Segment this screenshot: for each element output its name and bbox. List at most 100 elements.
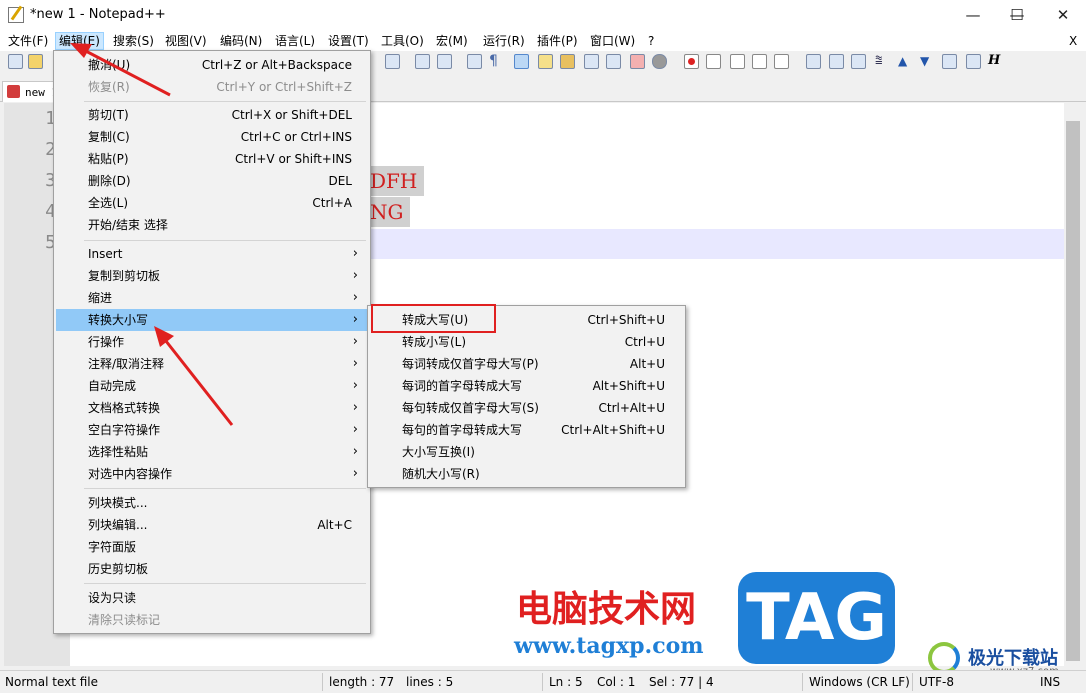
open-file-icon[interactable] <box>28 54 43 69</box>
menu-item-paste[interactable]: 粘贴(P) Ctrl+V or Shift+INS <box>56 148 368 170</box>
code-line-3[interactable]: DFH <box>370 166 424 196</box>
menu-item-sentence-case-blend[interactable]: 每句的首字母转成大写 Ctrl+Alt+Shift+U <box>370 419 683 441</box>
menu-item-column-mode[interactable]: 列块模式... <box>56 492 368 514</box>
menu-item-paste-special[interactable]: 选择性粘贴 › <box>56 441 368 463</box>
function-list-icon[interactable] <box>606 54 621 69</box>
record-macro-icon[interactable] <box>684 54 699 69</box>
menu-item-undo[interactable]: 撤消(U) Ctrl+Z or Alt+Backspace <box>56 54 368 76</box>
arrow-up-icon[interactable]: ▲ <box>898 54 913 69</box>
menu-item-copy-to-clipboard[interactable]: 复制到剪切板 › <box>56 265 368 287</box>
menu-item-delete[interactable]: 删除(D) DEL <box>56 170 368 192</box>
arrow-down-icon[interactable]: ▼ <box>920 54 935 69</box>
menu-separator <box>84 583 366 584</box>
menu-encoding[interactable]: 编码(N) <box>217 32 265 50</box>
hide-lines-icon[interactable]: H <box>988 54 1003 69</box>
monitoring-icon[interactable] <box>652 54 667 69</box>
menu-language[interactable]: 语言(L) <box>272 32 318 50</box>
menu-window[interactable]: 窗口(W) <box>587 32 638 50</box>
code-line-4[interactable]: NG <box>370 197 410 227</box>
fold-all-icon[interactable] <box>942 54 957 69</box>
menu-item-label: 列块编辑... <box>88 518 148 532</box>
menu-item-proper-case-blend[interactable]: 每词的首字母转成大写 Alt+Shift+U <box>370 375 683 397</box>
split-view-icon[interactable] <box>851 54 866 69</box>
document-map-icon[interactable] <box>560 54 575 69</box>
menu-item-label: 每句的首字母转成大写 <box>402 423 523 437</box>
status-bar: Normal text file length : 77 lines : 5 L… <box>0 670 1086 693</box>
menu-item-invert-case[interactable]: 大小写互换(I) <box>370 441 683 463</box>
submenu-arrow-icon: › <box>352 268 358 283</box>
vertical-scrollbar[interactable] <box>1064 103 1082 666</box>
menu-search[interactable]: 搜索(S) <box>110 32 157 50</box>
stop-macro-icon[interactable] <box>706 54 721 69</box>
bookmark-icon[interactable] <box>806 54 821 69</box>
menu-item-cut[interactable]: 剪切(T) Ctrl+X or Shift+DEL <box>56 104 368 126</box>
unfold-all-icon[interactable] <box>966 54 981 69</box>
close-window-button[interactable]: ✕ <box>1040 0 1086 30</box>
menu-item-insert[interactable]: Insert › <box>56 243 368 265</box>
menu-item-label: 字符面版 <box>88 540 137 554</box>
menu-help[interactable]: ? <box>645 32 657 50</box>
menu-item-select-all[interactable]: 全选(L) Ctrl+A <box>56 192 368 214</box>
menu-item-indent[interactable]: 缩进 › <box>56 287 368 309</box>
notepad-plus-plus-window: *new 1 - Notepad++ — — ☐ ✕ 文件(F) 编辑(E) 搜… <box>0 0 1086 693</box>
menu-item-clear-read-only[interactable]: 清除只读标记 <box>56 609 368 631</box>
menu-view[interactable]: 视图(V) <box>162 32 210 50</box>
run-macro-multiple-icon[interactable] <box>752 54 767 69</box>
menu-item-clipboard-history[interactable]: 历史剪切板 <box>56 558 368 580</box>
scrollbar-thumb[interactable] <box>1066 121 1080 661</box>
menu-item-proper-case-force[interactable]: 每词转成仅首字母大写(P) Alt+U <box>370 353 683 375</box>
sync-horizontal-icon[interactable] <box>437 54 452 69</box>
menu-item-shortcut: Ctrl+U <box>624 335 665 349</box>
word-wrap-icon[interactable] <box>467 54 482 69</box>
status-insert-mode: INS <box>1040 675 1061 689</box>
menu-item-auto-completion[interactable]: 自动完成 › <box>56 375 368 397</box>
menu-item-character-panel[interactable]: 字符面版 <box>56 536 368 558</box>
menu-item-label: Insert <box>88 247 123 261</box>
menu-item-label: 开始/结束 选择 <box>88 218 168 232</box>
new-file-icon[interactable] <box>8 54 23 69</box>
notepad-app-icon <box>8 7 24 23</box>
submenu-arrow-icon: › <box>352 422 358 437</box>
menu-item-label: 转换大小写 <box>88 313 149 327</box>
menu-item-column-editor[interactable]: 列块编辑... Alt+C <box>56 514 368 536</box>
maximize-button[interactable]: ☐ <box>994 0 1040 30</box>
folder-workspace-icon[interactable] <box>630 54 645 69</box>
menu-item-copy[interactable]: 复制(C) Ctrl+C or Ctrl+INS <box>56 126 368 148</box>
menu-item-on-selection[interactable]: 对选中内容操作 › <box>56 463 368 485</box>
document-list-icon[interactable] <box>584 54 599 69</box>
center-icon[interactable]: ⩰ <box>875 54 890 69</box>
status-separator <box>542 673 543 691</box>
zoom-icon[interactable] <box>385 54 400 69</box>
menu-item-blank-operations[interactable]: 空白字符操作 › <box>56 419 368 441</box>
menu-item-sentence-case-force[interactable]: 每句转成仅首字母大写(S) Ctrl+Alt+U <box>370 397 683 419</box>
menu-item-set-read-only[interactable]: 设为只读 <box>56 587 368 609</box>
menu-item-lowercase[interactable]: 转成小写(L) Ctrl+U <box>370 331 683 353</box>
save-macro-icon[interactable] <box>774 54 789 69</box>
toggle-panel-icon[interactable] <box>829 54 844 69</box>
menu-plugins[interactable]: 插件(P) <box>534 32 581 50</box>
close-document-button[interactable]: X <box>1066 32 1080 50</box>
menu-item-begin-end-select[interactable]: 开始/结束 选择 <box>56 214 368 236</box>
status-lines: lines : 5 <box>406 675 454 689</box>
menu-run[interactable]: 运行(R) <box>480 32 528 50</box>
menu-item-random-case[interactable]: 随机大小写(R) <box>370 463 683 485</box>
menu-item-convert-case[interactable]: 转换大小写 › <box>56 309 368 331</box>
menu-settings[interactable]: 设置(T) <box>325 32 372 50</box>
menu-item-redo[interactable]: 恢复(R) Ctrl+Y or Ctrl+Shift+Z <box>56 76 368 98</box>
minimize-button-visible[interactable]: — <box>950 0 996 30</box>
menu-item-line-operations[interactable]: 行操作 › <box>56 331 368 353</box>
status-file-type: Normal text file <box>5 675 99 689</box>
play-macro-icon[interactable] <box>730 54 745 69</box>
menu-item-eol-conversion[interactable]: 文档格式转换 › <box>56 397 368 419</box>
menu-macro[interactable]: 宏(M) <box>433 32 471 50</box>
sync-vertical-icon[interactable] <box>415 54 430 69</box>
status-encoding: UTF-8 <box>919 675 954 689</box>
indent-guide-icon[interactable] <box>514 54 529 69</box>
user-language-icon[interactable] <box>538 54 553 69</box>
show-all-characters-icon[interactable]: ¶ <box>489 54 504 69</box>
menu-tools[interactable]: 工具(O) <box>378 32 427 50</box>
status-line-number: Ln : 5 <box>549 675 583 689</box>
menu-file[interactable]: 文件(F) <box>5 32 51 50</box>
menu-item-comment[interactable]: 注释/取消注释 › <box>56 353 368 375</box>
menu-edit[interactable]: 编辑(E) <box>55 32 104 50</box>
